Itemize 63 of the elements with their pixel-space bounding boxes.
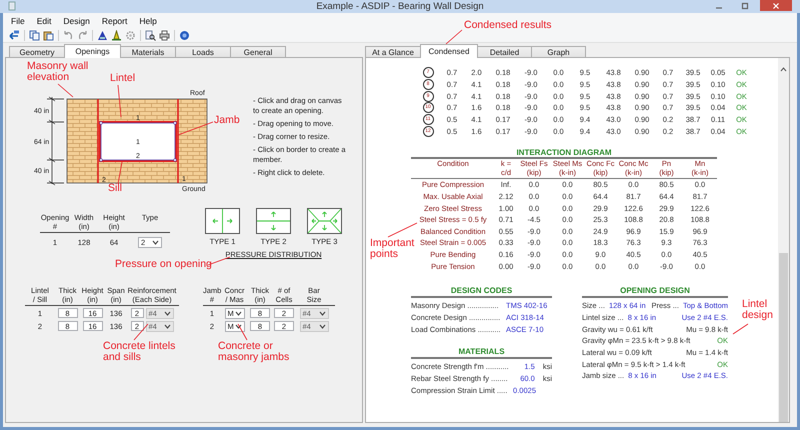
leader-line [446, 30, 462, 44]
leader-line [238, 324, 248, 340]
arrow-icon[interactable] [9, 30, 20, 40]
annotation-text: Condensed results [464, 20, 552, 31]
tab[interactable]: Loads [175, 46, 231, 57]
annotation-text: Concrete lintels and sills [103, 341, 176, 363]
annotation-text: Sill [108, 183, 122, 194]
menu-item[interactable]: File [11, 16, 25, 26]
diagonal-arrows-icon[interactable] [307, 208, 342, 234]
tab[interactable]: Graph [531, 46, 586, 57]
gear-icon[interactable] [125, 30, 136, 40]
tab[interactable]: Detailed [477, 46, 532, 57]
tab[interactable]: Geometry [9, 46, 65, 57]
caret-icon [152, 240, 159, 244]
caret-icon [164, 310, 170, 316]
caret-icon [318, 324, 326, 328]
annotation-text: Pressure on opening [115, 259, 212, 270]
section-title: MATERIALS [411, 346, 552, 359]
leader-line [118, 84, 122, 118]
leader-line [732, 324, 748, 334]
annotation-text: Jamb [214, 115, 240, 126]
caret-icon [234, 310, 242, 316]
menu-item[interactable]: Report [102, 16, 128, 26]
undo-icon[interactable] [63, 30, 74, 40]
annotation-text: Important points [370, 238, 414, 260]
maximize-icon [741, 2, 749, 10]
annotation-text: Masonry wall elevation [27, 61, 88, 83]
tab[interactable]: General [230, 46, 286, 57]
menu-item[interactable]: Edit [36, 16, 52, 26]
split-arrows-icon[interactable] [256, 208, 291, 234]
leader-line [134, 324, 148, 340]
close-button[interactable] [760, 0, 792, 11]
caret-icon [234, 324, 242, 328]
printer-icon[interactable] [159, 30, 170, 40]
menu-item[interactable]: Design [63, 16, 90, 26]
window-title: Example - ASDIP - Bearing Wall Design [315, 1, 485, 12]
annotation-text: Lintel [110, 73, 136, 84]
annotation-text: Concrete or masonry jambs [218, 341, 290, 363]
leader-line [178, 122, 214, 136]
scroll-up-icon[interactable] [780, 67, 787, 72]
tab[interactable]: Materials [120, 46, 176, 57]
scroll-thumb[interactable] [779, 253, 788, 422]
menu-item[interactable]: Help [139, 16, 157, 26]
close-icon [772, 2, 780, 10]
tab[interactable]: At a Glance [365, 46, 421, 57]
section-title: DESIGN CODES [411, 286, 552, 298]
redo-icon[interactable] [77, 30, 88, 40]
leader-line [388, 222, 418, 238]
tab[interactable]: Condensed [420, 44, 478, 58]
section-title: INTERACTION DIAGRAM [515, 148, 613, 158]
app-icon [8, 1, 16, 11]
split-arrows-icon[interactable] [205, 208, 240, 234]
leader-line [118, 162, 122, 184]
search-icon[interactable] [145, 30, 156, 40]
paste-icon[interactable] [43, 30, 54, 40]
annotation-text: Lintel design [742, 299, 773, 321]
tab[interactable]: Openings [64, 44, 121, 58]
section-title: OPENING DESIGN [582, 286, 728, 298]
help-icon[interactable] [179, 30, 190, 40]
caret-icon [164, 324, 170, 328]
caret-icon [318, 310, 326, 316]
copy-icon[interactable] [29, 30, 40, 40]
leader-line [58, 84, 74, 98]
